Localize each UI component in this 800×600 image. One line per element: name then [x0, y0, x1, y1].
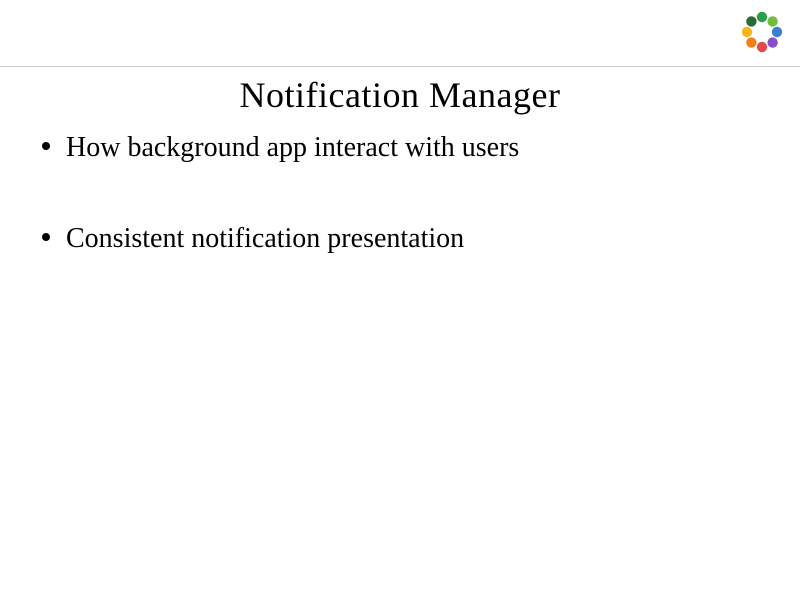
- bullet-item: How background app interact with users: [32, 130, 768, 165]
- bullet-dot-icon: [42, 142, 50, 150]
- header-divider: [0, 66, 800, 67]
- slide-title: Notification Manager: [0, 74, 800, 116]
- bullet-text: How background app interact with users: [66, 132, 519, 163]
- bullet-dot-icon: [42, 233, 50, 241]
- flower-logo-icon: [738, 8, 786, 56]
- bullet-text: Consistent notification presentation: [66, 223, 464, 254]
- slide-content: How background app interact with users C…: [0, 130, 800, 256]
- slide-header: [0, 0, 800, 64]
- bullet-item: Consistent notification presentation: [32, 221, 768, 256]
